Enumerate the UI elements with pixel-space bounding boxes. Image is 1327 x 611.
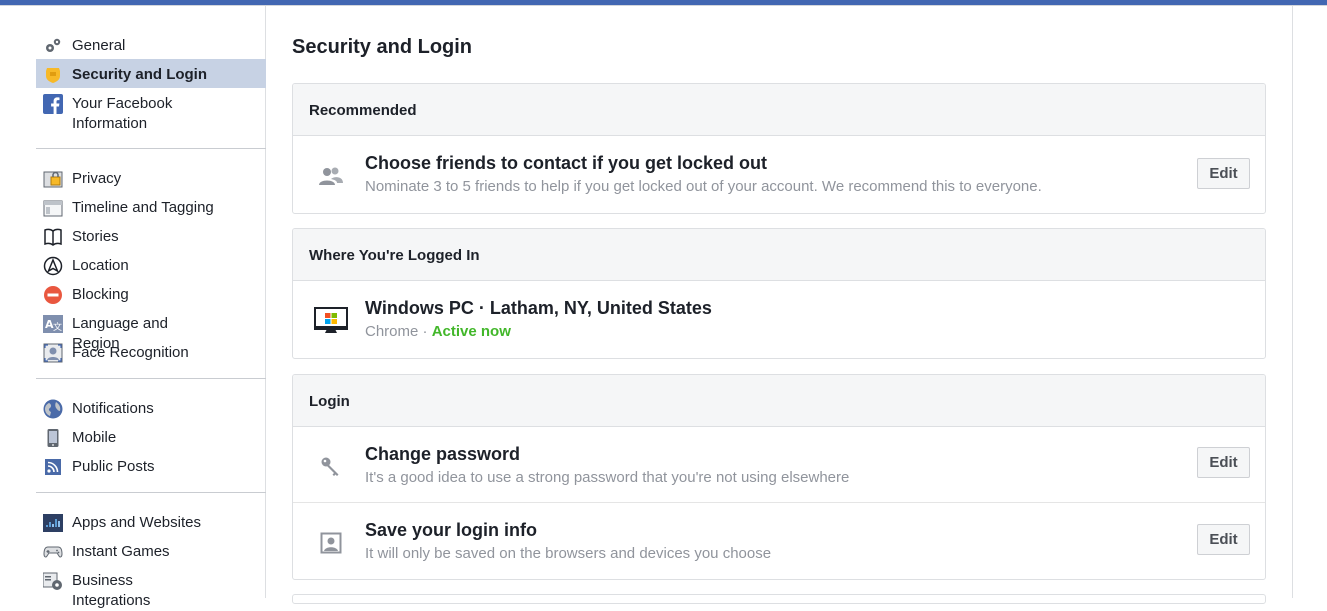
sidebar-item-label: Business Integrations: [72, 572, 151, 609]
active-status: Active now: [431, 323, 511, 340]
edit-save-login-button[interactable]: Edit: [1197, 524, 1250, 555]
row-title: Windows PC · Latham, NY, United States: [365, 298, 712, 318]
save-login-profile-icon: [313, 525, 349, 561]
next-card-partial: [292, 594, 1266, 604]
timeline-icon: [42, 197, 64, 219]
svg-text:文: 文: [53, 321, 62, 333]
card-header: Recommended: [293, 84, 1265, 136]
session-row[interactable]: Windows PC · Latham, NY, United States C…: [293, 281, 1265, 358]
login-card: Login Change password It's a good idea t…: [292, 374, 1266, 580]
trusted-contacts-row[interactable]: Choose friends to contact if you get loc…: [293, 136, 1265, 213]
apps-grid-icon: [42, 512, 64, 534]
sidebar-item-label: Mobile: [72, 429, 117, 446]
sidebar-item-label: Your Facebook Information: [72, 95, 173, 132]
sidebar-item-business-integrations[interactable]: Business Integrations: [36, 565, 266, 609]
row-subtitle: It's a good idea to use a strong passwor…: [365, 469, 850, 486]
change-password-row[interactable]: Change password It's a good idea to use …: [293, 427, 1265, 503]
lock-icon: [42, 168, 64, 190]
recommended-card: Recommended Choose friends to contact if…: [292, 83, 1266, 214]
blocking-icon: [42, 284, 64, 306]
windows-pc-icon: [313, 303, 349, 339]
browser-name: Chrome: [365, 323, 419, 340]
sidebar-separator: [36, 378, 266, 379]
gears-icon: [42, 35, 64, 57]
sidebar-item-public-posts[interactable]: Public Posts: [36, 451, 266, 480]
row-title: Choose friends to contact if you get loc…: [365, 153, 768, 173]
sidebar-item-general[interactable]: General: [36, 30, 266, 59]
key-icon: [313, 449, 349, 485]
language-icon: A文: [42, 313, 64, 335]
sidebar-separator: [36, 492, 266, 493]
sidebar-item-label: Location: [72, 257, 129, 274]
sidebar-item-label: Timeline and Tagging: [72, 199, 214, 216]
sidebar-item-label: Blocking: [72, 286, 129, 303]
settings-sidebar: General Security and Login Your Facebook…: [36, 30, 266, 609]
sidebar-item-label: Face Recognition: [72, 344, 189, 361]
sidebar-item-blocking[interactable]: Blocking: [36, 279, 266, 308]
friends-icon: [313, 158, 349, 194]
facebook-icon: [42, 93, 64, 115]
sidebar-item-label: Stories: [72, 228, 119, 245]
mobile-icon: [42, 427, 64, 449]
card-header: Where You're Logged In: [293, 229, 1265, 281]
row-title: Save your login info: [365, 520, 538, 540]
edit-trusted-contacts-button[interactable]: Edit: [1197, 158, 1250, 189]
top-bar-shadow: [0, 5, 1327, 6]
sidebar-item-your-facebook-information[interactable]: Your Facebook Information: [36, 88, 266, 136]
sidebar-item-mobile[interactable]: Mobile: [36, 422, 266, 451]
separator-dot: ·: [418, 323, 432, 340]
sidebar-item-label: Notifications: [72, 400, 154, 417]
sidebar-item-privacy[interactable]: Privacy: [36, 163, 266, 192]
sidebar-item-timeline-and-tagging[interactable]: Timeline and Tagging: [36, 192, 266, 221]
globe-icon: [42, 398, 64, 420]
row-subtitle: Chrome · Active now: [365, 323, 511, 340]
sidebar-item-security-and-login[interactable]: Security and Login: [36, 59, 266, 88]
row-title: Change password: [365, 444, 521, 464]
sidebar-item-stories[interactable]: Stories: [36, 221, 266, 250]
save-login-info-row[interactable]: Save your login info It will only be sav…: [293, 503, 1265, 579]
edit-password-button[interactable]: Edit: [1197, 447, 1250, 478]
sidebar-item-label: Privacy: [72, 170, 122, 187]
sidebar-item-label: General: [72, 37, 126, 54]
location-arrow-icon: [42, 255, 64, 277]
where-logged-in-card: Where You're Logged In Windows PC · Lath…: [292, 228, 1266, 359]
sidebar-item-label: Instant Games: [72, 543, 170, 560]
page-title: Security and Login: [292, 36, 473, 58]
rss-icon: [42, 456, 64, 478]
business-gear-icon: [42, 570, 64, 592]
row-subtitle: Nominate 3 to 5 friends to help if you g…: [365, 178, 1042, 195]
sidebar-item-label: Apps and Websites: [72, 514, 201, 531]
sidebar-item-notifications[interactable]: Notifications: [36, 393, 266, 422]
card-header: Login: [293, 375, 1265, 427]
row-subtitle: It will only be saved on the browsers an…: [365, 545, 772, 562]
content-right-border: [1292, 6, 1293, 598]
sidebar-item-label: Public Posts: [72, 458, 155, 475]
sidebar-item-location[interactable]: Location: [36, 250, 266, 279]
face-recognition-icon: [42, 342, 64, 364]
gamepad-icon: [42, 541, 64, 563]
sidebar-item-label: Security and Login: [72, 66, 208, 83]
sidebar-separator: [36, 148, 266, 149]
sidebar-item-language-and-region[interactable]: A文 Language and Region: [36, 308, 266, 352]
book-icon: [42, 226, 64, 248]
sidebar-item-instant-games[interactable]: Instant Games: [36, 536, 266, 565]
sidebar-item-apps-and-websites[interactable]: Apps and Websites: [36, 507, 266, 536]
shield-badge-icon: [42, 64, 64, 86]
